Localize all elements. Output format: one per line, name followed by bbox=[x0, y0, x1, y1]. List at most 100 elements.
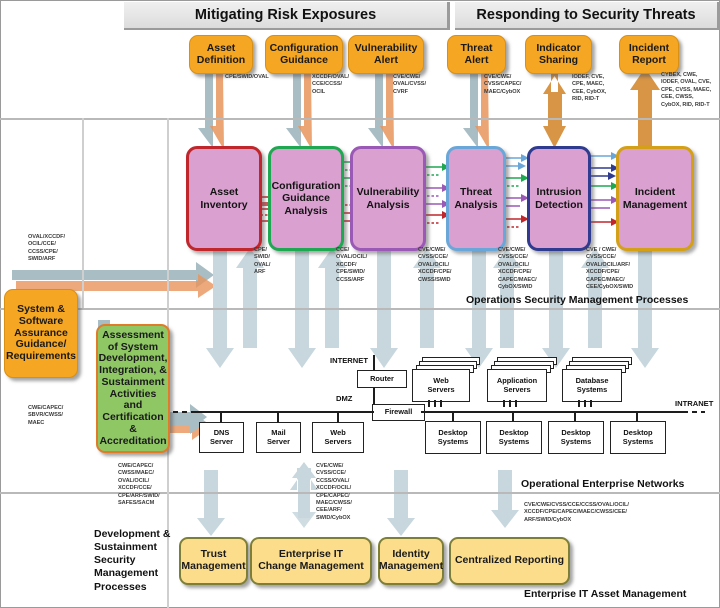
process-threat-analysis[interactable]: Threat Analysis bbox=[446, 146, 506, 251]
node-router[interactable]: Router bbox=[357, 370, 407, 388]
node-desktop-systems-4[interactable]: Desktop Systems bbox=[610, 421, 666, 454]
node-desktop-systems-3-label: Desktop Systems bbox=[560, 427, 592, 446]
node-web-servers-label: Web Servers bbox=[427, 375, 455, 394]
box-enterprise-it-change-management-label: Enterprise IT Change Management bbox=[258, 548, 364, 572]
code-configuration-guidance-analysis: CCE/ OVAL/OCIL/ XCCDF/ CPE/SWID/ CCSS/AR… bbox=[336, 247, 368, 283]
code-threat-alert: CVE/CWE/ CVSS/CAPEC/ MAEC/CybOX bbox=[484, 74, 522, 95]
process-vulnerability-analysis[interactable]: Vulnerability Analysis bbox=[350, 146, 426, 251]
box-incident-report[interactable]: Incident Report bbox=[619, 35, 679, 74]
box-centralized-reporting-label: Centralized Reporting bbox=[454, 554, 565, 567]
box-vulnerability-alert[interactable]: Vulnerability Alert bbox=[348, 35, 424, 74]
lane-line-top bbox=[0, 118, 720, 120]
process-threat-analysis-label: Threat Analysis bbox=[454, 186, 498, 211]
wire-stack-leg bbox=[434, 400, 436, 407]
node-firewall-label: Firewall bbox=[384, 407, 413, 417]
code-vulnerability-alert: CVE/CWE/ OVAL/CVSS/ CVRF bbox=[393, 74, 426, 95]
lane-caption-asset-management: Enterprise IT Asset Management bbox=[524, 588, 687, 600]
box-asset-definition-label: Asset Definition bbox=[196, 41, 246, 66]
code-asset-definition: CPE/SWID/OVAL bbox=[225, 74, 269, 80]
code-left-bottom: CWE/CAPEC/ CWSS/MAEC/ OVAL/OCIL/ XCCDF/C… bbox=[118, 463, 160, 506]
node-web-servers-dmz[interactable]: Web Servers bbox=[312, 422, 364, 453]
code-vulnerability-analysis: CVE/CWE/ CVSS/CCE/ OVAL/OCIL/ XCCDF/CPE/… bbox=[418, 247, 452, 283]
process-intrusion-detection-label: Intrusion Detection bbox=[535, 186, 583, 211]
node-desktop-systems-3[interactable]: Desktop Systems bbox=[548, 421, 604, 454]
label-internet: INTERNET bbox=[330, 356, 368, 365]
lane-caption-operations: Operations Security Management Processes bbox=[466, 294, 689, 306]
box-configuration-guidance-label: Configuration Guidance bbox=[269, 41, 339, 66]
box-incident-report-label: Incident Report bbox=[628, 41, 670, 66]
node-application-servers[interactable]: Application Servers bbox=[487, 369, 547, 402]
box-enterprise-it-change-management[interactable]: Enterprise IT Change Management bbox=[250, 537, 372, 585]
node-application-servers-label: Application Servers bbox=[496, 375, 538, 394]
wire-intranet-dash bbox=[683, 411, 705, 414]
node-router-label: Router bbox=[370, 373, 394, 383]
wire-stack-leg bbox=[509, 400, 511, 407]
box-indicator-sharing[interactable]: Indicator Sharing bbox=[525, 35, 592, 74]
wire-stack-leg bbox=[428, 400, 430, 407]
wire-stack-leg bbox=[590, 400, 592, 407]
node-database-systems-label: Database Systems bbox=[575, 375, 609, 394]
wire-stack-leg bbox=[515, 400, 517, 407]
box-trust-management[interactable]: Trust Management bbox=[179, 537, 248, 585]
node-mail-server-label: Mail Server bbox=[266, 427, 290, 446]
code-network-intranet: CVE/CWE/CVSS/CCE/CCSS/OVAL/OCIL/ XCCDF/C… bbox=[524, 502, 629, 523]
node-dns-server[interactable]: DNS Server bbox=[199, 422, 244, 453]
box-identity-management[interactable]: Identity Management bbox=[378, 537, 444, 585]
box-indicator-sharing-label: Indicator Sharing bbox=[536, 41, 581, 66]
node-web-servers[interactable]: Web Servers bbox=[412, 369, 470, 402]
node-database-systems[interactable]: Database Systems bbox=[562, 369, 622, 402]
lane-caption-dev-sustainment: Development & Sustainment Security Manag… bbox=[94, 528, 171, 593]
stack-application-servers[interactable]: Application Servers bbox=[487, 357, 567, 407]
node-desktop-systems-2[interactable]: Desktop Systems bbox=[486, 421, 542, 454]
box-identity-management-label: Identity Management bbox=[378, 548, 444, 572]
process-incident-management-label: Incident Management bbox=[622, 186, 688, 211]
node-desktop-systems-4-label: Desktop Systems bbox=[622, 427, 654, 446]
code-asset-inventory: CPE/ SWID/ OVAL/ ARF bbox=[254, 247, 271, 276]
code-network-dmz: CVE/CWE/ CVSS/CCE/ CCSS/OVAL/ XCCDF/OCIL… bbox=[316, 463, 352, 521]
box-threat-alert-label: Threat Alert bbox=[460, 41, 493, 66]
code-threat-analysis: CVE/CWE/ CVSS/CCE/ OVAL/OCIL/ XCCDF/CPE/… bbox=[498, 247, 537, 290]
process-configuration-guidance-analysis-label: Configuration Guidance Analysis bbox=[271, 180, 341, 217]
banner-responding-threats: Responding to Security Threats bbox=[455, 2, 720, 30]
process-intrusion-detection[interactable]: Intrusion Detection bbox=[527, 146, 591, 251]
process-vulnerability-analysis-label: Vulnerability Analysis bbox=[356, 186, 420, 211]
node-web-servers-dmz-label: Web Servers bbox=[324, 427, 352, 446]
process-configuration-guidance-analysis[interactable]: Configuration Guidance Analysis bbox=[268, 146, 344, 251]
stack-database-systems[interactable]: Database Systems bbox=[562, 357, 642, 407]
code-intrusion-detection: CVE / CWE/ CVSS/CCE/ OVAL/OCIL/ARF/ XCCD… bbox=[586, 247, 634, 290]
box-trust-management-label: Trust Management bbox=[181, 548, 246, 572]
wire-stack-leg bbox=[440, 400, 442, 407]
box-configuration-guidance[interactable]: Configuration Guidance bbox=[265, 35, 343, 74]
code-indicator-sharing: IODEF, CVE, CPE, MAEC, CEE, CybOX, RID, … bbox=[572, 74, 607, 103]
node-desktop-systems-1[interactable]: Desktop Systems bbox=[425, 421, 481, 454]
node-desktop-systems-2-label: Desktop Systems bbox=[498, 427, 530, 446]
lane-caption-networks: Operational Enterprise Networks bbox=[521, 478, 685, 490]
stack-web-servers[interactable]: Web Servers bbox=[412, 357, 484, 407]
node-mail-server[interactable]: Mail Server bbox=[256, 422, 301, 453]
process-asset-inventory-label: Asset Inventory bbox=[200, 186, 248, 211]
box-centralized-reporting[interactable]: Centralized Reporting bbox=[449, 537, 570, 585]
label-intranet: INTRANET bbox=[675, 399, 714, 408]
lane-line-operations bbox=[0, 308, 720, 310]
wire-stack-leg bbox=[578, 400, 580, 407]
box-asset-definition[interactable]: Asset Definition bbox=[189, 35, 253, 74]
box-system-software-assurance-label: System & Software Assurance Guidance/ Re… bbox=[5, 303, 77, 363]
process-asset-inventory[interactable]: Asset Inventory bbox=[186, 146, 262, 251]
wire-intranet-backbone bbox=[421, 411, 683, 414]
lane-vline-1 bbox=[82, 118, 84, 308]
box-system-software-assurance[interactable]: System & Software Assurance Guidance/ Re… bbox=[4, 289, 78, 378]
wire-dmz-dash bbox=[173, 411, 195, 414]
box-vulnerability-alert-label: Vulnerability Alert bbox=[354, 41, 418, 66]
process-incident-management[interactable]: Incident Management bbox=[616, 146, 694, 251]
box-assessment-system-development[interactable]: Assessment of System Development, Integr… bbox=[96, 324, 170, 453]
box-threat-alert[interactable]: Threat Alert bbox=[447, 35, 506, 74]
banner-mitigating-risk: Mitigating Risk Exposures bbox=[124, 2, 450, 30]
diagram-canvas: Mitigating Risk Exposures Responding to … bbox=[0, 0, 720, 608]
code-left-mid: CWE/CAPEC/ SBVR/CWSS/ MAEC bbox=[28, 405, 64, 426]
wire-stack-leg bbox=[584, 400, 586, 407]
label-dmz: DMZ bbox=[336, 394, 353, 403]
node-desktop-systems-1-label: Desktop Systems bbox=[437, 427, 469, 446]
wire-stack-leg bbox=[503, 400, 505, 407]
code-left-top: OVAL/XCCDF/ OCIL/CCE/ CCSS/CPE/ SWID/ARF bbox=[28, 234, 65, 263]
code-configuration-guidance: XCCDF/OVAL/ CCE/CCSS/ OCIL bbox=[312, 74, 349, 95]
